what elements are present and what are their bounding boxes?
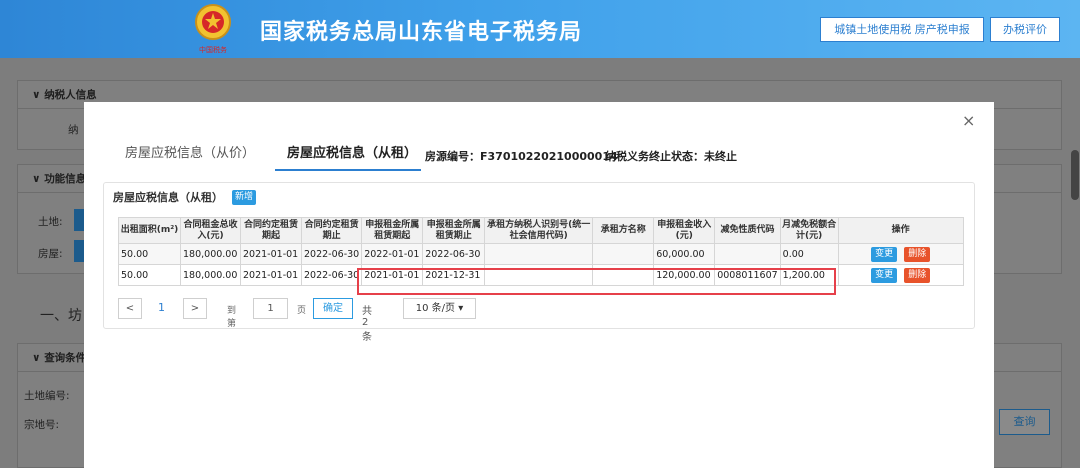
col-declared-start: 申报租金所属租赁期起 xyxy=(361,217,424,244)
house-label: 房屋: xyxy=(38,248,63,260)
land-house-tax-button[interactable]: 城镇土地使用税 房产税申报 xyxy=(820,17,984,42)
panel-title: 功能信息 xyxy=(44,173,87,185)
total-count: 共 2 条 xyxy=(362,306,372,343)
taxpayer-label: 纳 xyxy=(68,124,79,136)
col-actions: 操作 xyxy=(837,217,964,244)
col-rent-area: 出租面积(m²) xyxy=(118,217,181,244)
site-title: 国家税务总局山东省电子税务局 xyxy=(260,20,583,45)
land-no-label: 土地编号: xyxy=(24,390,70,402)
cell: 2022-06-30 xyxy=(300,264,363,286)
col-exemption-code: 减免性质代码 xyxy=(714,217,781,244)
table-row: 50.00 180,000.00 2021-01-01 2022-06-30 2… xyxy=(118,243,964,265)
col-contract-end: 合同约定租赁期止 xyxy=(300,217,363,244)
col-monthly-exemption: 月减免税额合计(元) xyxy=(779,217,839,244)
col-declared-income: 申报租金收入(元) xyxy=(653,217,716,244)
action-cell: 变更 删除 xyxy=(837,264,964,286)
cell: 50.00 xyxy=(118,243,181,265)
col-tenant-name: 承租方名称 xyxy=(592,217,655,244)
land-button[interactable] xyxy=(74,209,84,231)
chevron-down-icon[interactable]: ∨ xyxy=(32,352,44,364)
col-contract-start: 合同约定租赁期起 xyxy=(240,217,302,244)
col-tenant-id: 承租方纳税人识别号(统一社会信用代码) xyxy=(484,217,594,244)
panel-title: 查询条件 xyxy=(44,352,87,364)
delete-button[interactable]: 删除 xyxy=(904,246,931,262)
close-icon[interactable]: × xyxy=(962,111,975,130)
goto-confirm-button[interactable]: 确定 xyxy=(313,298,353,319)
property-source-number: 房源编号：F37010220210000014 xyxy=(425,150,618,163)
tax-emblem-icon: 中国税务 xyxy=(195,4,231,54)
highlight-box xyxy=(357,268,836,295)
action-cell: 变更 删除 xyxy=(837,243,964,265)
cell: 0.00 xyxy=(779,243,839,265)
table-header-row: 出租面积(m²) 合同租金总收入(元) 合同约定租赁期起 合同约定租赁期止 申报… xyxy=(118,217,964,244)
site-header: 中国税务 国家税务总局山东省电子税务局 城镇土地使用税 房产税申报 办税评价 xyxy=(0,0,1080,58)
panel-title: 纳税人信息 xyxy=(44,89,97,101)
prev-page-button[interactable]: < xyxy=(118,298,142,319)
cell: 2022-01-01 xyxy=(361,243,424,265)
parcel-no-label: 宗地号: xyxy=(24,419,60,431)
cell: 180,000.00 xyxy=(180,243,241,265)
cell: 2021-01-01 xyxy=(240,243,302,265)
next-page-button[interactable]: > xyxy=(183,298,207,319)
col-contract-total: 合同租金总收入(元) xyxy=(180,217,241,244)
active-tab-indicator xyxy=(275,169,421,171)
cell: 2022-06-30 xyxy=(422,243,486,265)
tab-rent-based[interactable]: 房屋应税信息（从租） xyxy=(287,142,417,161)
cell xyxy=(714,243,781,265)
cell: 50.00 xyxy=(118,264,181,286)
cell xyxy=(592,243,655,265)
chevron-down-icon[interactable]: ∨ xyxy=(32,173,44,185)
goto-page-input[interactable]: 1 xyxy=(253,298,288,319)
cell: 60,000.00 xyxy=(653,243,716,265)
query-button[interactable]: 查询 xyxy=(999,409,1050,435)
page-size-select[interactable]: 10 条/页 ▾ xyxy=(403,298,476,319)
rent-info-title: 房屋应税信息（从租） xyxy=(113,191,223,204)
edit-button[interactable]: 变更 xyxy=(871,246,898,262)
cell: 2021-01-01 xyxy=(240,264,302,286)
cell: 180,000.00 xyxy=(180,264,241,286)
tab-price-based[interactable]: 房屋应税信息（从价） xyxy=(125,142,255,161)
emblem-text: 中国税务 xyxy=(199,45,227,54)
col-declared-end: 申报租金所属租赁期止 xyxy=(422,217,486,244)
house-button[interactable] xyxy=(74,240,84,262)
cell: 2022-06-30 xyxy=(300,243,363,265)
tax-rating-button[interactable]: 办税评价 xyxy=(990,17,1060,42)
page-unit-label: 页 xyxy=(297,306,307,316)
edit-button[interactable]: 变更 xyxy=(871,267,898,283)
section-heading: 一、坊 xyxy=(40,308,82,324)
goto-label: 到第 xyxy=(227,306,237,329)
current-page[interactable]: 1 xyxy=(158,301,165,314)
tax-obligation-status: 纳税义务终止状态：未终止 xyxy=(605,150,737,163)
chevron-down-icon[interactable]: ∨ xyxy=(32,89,44,101)
cell xyxy=(484,243,594,265)
add-button[interactable]: 新增 xyxy=(232,190,256,205)
delete-button[interactable]: 删除 xyxy=(904,267,931,283)
land-label: 土地: xyxy=(38,216,63,228)
page-scrollbar[interactable] xyxy=(1071,150,1079,200)
